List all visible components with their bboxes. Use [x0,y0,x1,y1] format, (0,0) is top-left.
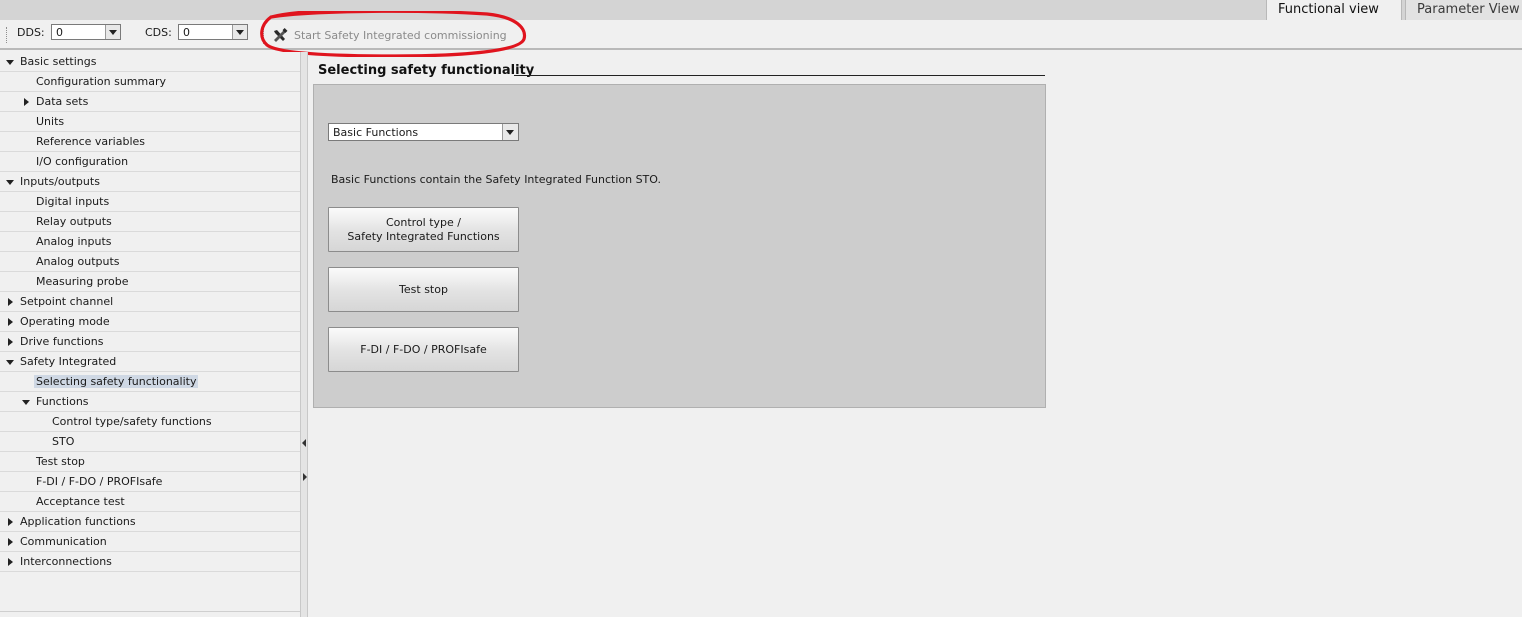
chevron-down-icon[interactable] [502,124,518,140]
tree-item[interactable]: Operating mode [0,312,300,332]
tree-item-label: Selecting safety functionality [34,375,199,388]
tree-item[interactable]: Test stop [0,452,300,472]
tree-item-label: F-DI / F-DO / PROFIsafe [36,475,163,488]
cds-dropdown-icon[interactable] [232,25,247,39]
tree-item[interactable]: Drive functions [0,332,300,352]
navigation-tree: Basic settings Configuration summary Data … [0,52,300,617]
tree-item[interactable]: Application functions [0,512,300,532]
tree-item[interactable]: Analog inputs [0,232,300,252]
collapsed-arrow-icon[interactable] [8,338,13,346]
dds-label: DDS: [17,26,45,39]
tree-item-label: Setpoint channel [20,295,114,308]
toolbar: DDS: 0 CDS: 0 Start Safety Integrated co… [0,20,1522,48]
expanded-arrow-icon[interactable] [6,360,14,365]
tree-item[interactable]: Safety Integrated [0,352,300,372]
safety-function-select[interactable]: Basic Functions [328,123,519,141]
tree-item-label: Configuration summary [36,75,167,88]
collapsed-arrow-icon[interactable] [8,558,13,566]
tree-item[interactable]: Acceptance test [0,492,300,512]
collapsed-arrow-icon[interactable] [8,318,13,326]
tree-item[interactable]: I/O configuration [0,152,300,172]
control-type-button[interactable]: Control type / Safety Integrated Functio… [328,207,519,252]
tree-item-label: Functions [36,395,89,408]
tree-item[interactable]: F-DI / F-DO / PROFIsafe [0,472,300,492]
expanded-arrow-icon[interactable] [6,60,14,65]
collapse-left-icon[interactable] [302,439,306,447]
tree-item[interactable]: Basic settings [0,52,300,72]
tree-item-label: Analog outputs [36,255,120,268]
tree-item[interactable]: Configuration summary [0,72,300,92]
tree-item-label: Application functions [20,515,136,528]
test-stop-button[interactable]: Test stop [328,267,519,312]
toolbar-grip[interactable] [6,27,9,43]
tree-item[interactable]: Reference variables [0,132,300,152]
tree-item[interactable]: Units [0,112,300,132]
expand-right-icon[interactable] [303,473,307,481]
tree-item-label: Digital inputs [36,195,110,208]
section-title: Selecting safety functionality [318,63,535,78]
tree-item-label: Units [36,115,65,128]
collapsed-arrow-icon[interactable] [8,298,13,306]
tree-item-label: I/O configuration [36,155,129,168]
tree-item-label: Relay outputs [36,215,112,228]
view-tab-strip: Functional view Parameter View [0,0,1522,21]
tree-item-label: Analog inputs [36,235,112,248]
tree-item-label: Drive functions [20,335,104,348]
dds-combobox[interactable]: 0 [51,24,121,40]
tree-item[interactable]: Control type/safety functions [0,412,300,432]
tree-item-label: Data sets [36,95,89,108]
tree-item-label: Reference variables [36,135,145,148]
tree-item-label: Test stop [36,455,85,468]
expanded-arrow-icon[interactable] [22,400,30,405]
tree-item-label: Basic settings [20,55,97,68]
tree-item-label: Acceptance test [36,495,125,508]
cds-label: CDS: [145,26,172,39]
tree-item[interactable]: STO [0,432,300,452]
tree-item-label: Operating mode [20,315,110,328]
tab-functional-view[interactable]: Functional view [1266,0,1402,21]
dds-dropdown-icon[interactable] [105,25,120,39]
tree-item[interactable]: Interconnections [0,552,300,572]
collapsed-arrow-icon[interactable] [8,538,13,546]
tree-item[interactable]: Functions [0,392,300,412]
tree-item-label: Control type/safety functions [52,415,212,428]
tree-item[interactable]: Digital inputs [0,192,300,212]
safety-function-select-value: Basic Functions [333,126,419,139]
tree-item[interactable]: Selecting safety functionality [0,372,300,392]
tree-item-label: Interconnections [20,555,112,568]
toolbar-divider [0,48,1522,50]
tree-item-label: STO [52,435,75,448]
cds-value: 0 [183,26,190,39]
tree-item-label: Inputs/outputs [20,175,100,188]
tree-item-label: Safety Integrated [20,355,117,368]
tree-item-label: Communication [20,535,107,548]
panel-splitter[interactable] [300,52,308,617]
tree-item[interactable]: Relay outputs [0,212,300,232]
tree-item[interactable]: Analog outputs [0,252,300,272]
tree-item[interactable]: Measuring probe [0,272,300,292]
tree-item[interactable]: Inputs/outputs [0,172,300,192]
tab-parameter-view[interactable]: Parameter View [1405,0,1522,20]
section-title-rule [514,75,1045,76]
red-annotation-circle [260,11,527,57]
collapsed-arrow-icon[interactable] [8,518,13,526]
cds-combobox[interactable]: 0 [178,24,248,40]
tree-bottom-divider [0,611,300,612]
function-description: Basic Functions contain the Safety Integ… [331,173,661,186]
tree-item[interactable]: Communication [0,532,300,552]
collapsed-arrow-icon[interactable] [24,98,29,106]
fdi-fdo-profisafe-button[interactable]: F-DI / F-DO / PROFIsafe [328,327,519,372]
tree-item[interactable]: Setpoint channel [0,292,300,312]
tree-item-label: Measuring probe [36,275,129,288]
tree-item[interactable]: Data sets [0,92,300,112]
expanded-arrow-icon[interactable] [6,180,14,185]
dds-value: 0 [56,26,63,39]
